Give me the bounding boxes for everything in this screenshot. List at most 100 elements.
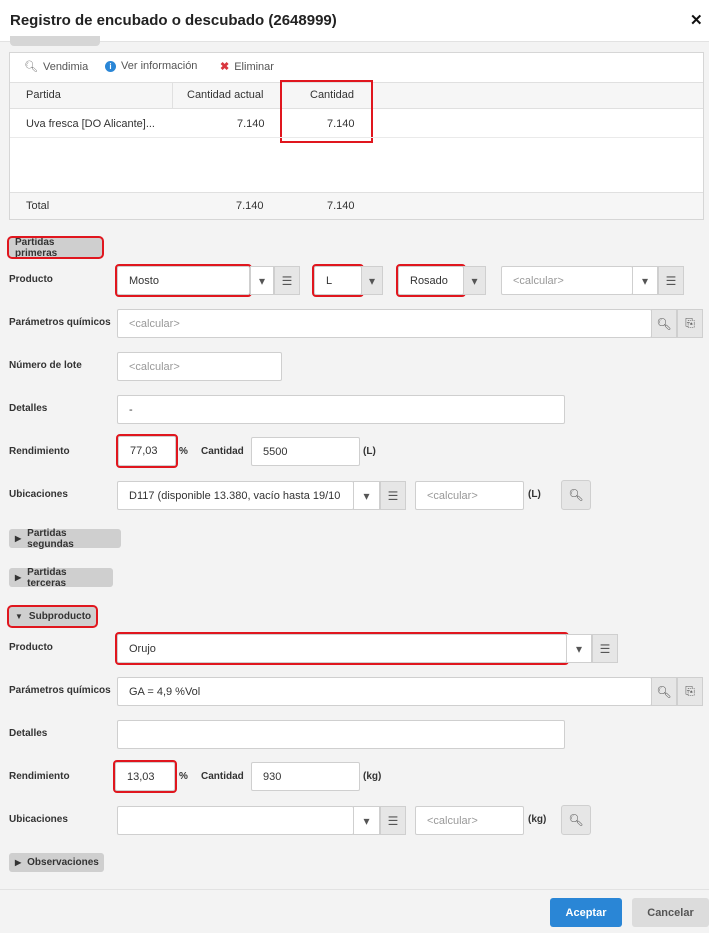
ver-informacion-label: Ver información bbox=[121, 60, 198, 72]
vendimia-button[interactable]: 🔍︎ Vendimia bbox=[24, 60, 88, 74]
unidad-value: L bbox=[326, 274, 333, 287]
cantidad-unit: (L) bbox=[363, 446, 376, 457]
cantidad-input[interactable]: 5500 bbox=[251, 437, 360, 466]
header-partida[interactable]: Partida bbox=[26, 89, 61, 101]
sub-parametros-input[interactable]: GA = 4,9 %Vol bbox=[117, 677, 652, 706]
extra-placeholder: <calcular> bbox=[513, 274, 564, 287]
row-cantidad-actual: 7.140 bbox=[237, 118, 265, 130]
parametros-input[interactable]: <calcular> bbox=[117, 309, 652, 338]
sub-rendimiento-value: 13,03 bbox=[127, 770, 155, 783]
list-icon[interactable]: ☰ bbox=[380, 806, 406, 835]
column-divider bbox=[280, 82, 281, 109]
ubicacion-cantidad-input[interactable]: <calcular> bbox=[415, 481, 524, 510]
cancel-button[interactable]: Cancelar bbox=[632, 898, 709, 927]
extra-select[interactable]: <calcular> bbox=[501, 266, 633, 295]
total-cantidad: 7.140 bbox=[327, 200, 355, 212]
search-icon: 🔍︎ bbox=[24, 61, 38, 73]
lote-placeholder: <calcular> bbox=[129, 360, 180, 373]
search-icon[interactable]: 🔍︎ bbox=[651, 309, 677, 338]
search-icon[interactable]: 🔍︎ bbox=[561, 480, 591, 510]
chevron-down-icon[interactable]: ▾ bbox=[632, 266, 658, 295]
list-icon[interactable]: ☰ bbox=[592, 634, 618, 663]
subproducto-label: Subproducto bbox=[28, 611, 92, 622]
ubicacion-select[interactable]: D117 (disponible 13.380, vacío hasta 19/… bbox=[117, 481, 354, 510]
column-divider bbox=[172, 82, 173, 109]
parametros-label: Parámetros químicos bbox=[9, 317, 111, 328]
producto-value: Mosto bbox=[129, 274, 159, 287]
sub-producto-select[interactable]: Orujo bbox=[115, 632, 569, 665]
sub-producto-value: Orujo bbox=[129, 642, 156, 655]
partidas-terceras-toggle[interactable]: ▶ Partidas terceras bbox=[9, 566, 113, 589]
tipo-select[interactable]: Rosado bbox=[396, 264, 466, 297]
observaciones-toggle[interactable]: ▶ Observaciones bbox=[9, 853, 104, 872]
detalles-label: Detalles bbox=[9, 403, 48, 414]
rendimiento-label: Rendimiento bbox=[9, 446, 70, 457]
percent-unit: % bbox=[179, 446, 188, 457]
chevron-down-icon[interactable]: ▾ bbox=[353, 806, 380, 835]
copy-icon[interactable]: ⎘ bbox=[677, 309, 703, 338]
chevron-down-icon[interactable]: ▾ bbox=[353, 481, 380, 510]
detalles-value: - bbox=[129, 403, 133, 416]
detalles-input[interactable]: - bbox=[117, 395, 565, 424]
list-icon[interactable]: ☰ bbox=[380, 481, 406, 510]
lote-input[interactable]: <calcular> bbox=[117, 352, 282, 381]
caret-right-icon: ▶ bbox=[15, 534, 22, 543]
sub-producto-label: Producto bbox=[9, 642, 53, 653]
info-icon: i bbox=[105, 60, 116, 72]
sub-parametros-label: Parámetros químicos bbox=[9, 685, 111, 696]
search-icon[interactable]: 🔍︎ bbox=[651, 677, 677, 706]
chevron-down-icon[interactable]: ▾ bbox=[361, 266, 383, 295]
eliminar-label: Eliminar bbox=[234, 60, 274, 73]
partidas-segundas-label: Partidas segundas bbox=[27, 527, 74, 550]
unidad-select[interactable]: L bbox=[312, 264, 364, 297]
eliminar-button[interactable]: ✖ Eliminar bbox=[220, 60, 274, 74]
close-icon[interactable]: ✕ bbox=[690, 11, 703, 29]
partidas-segundas-toggle[interactable]: ▶ Partidas segundas bbox=[9, 527, 121, 550]
partidas-terceras-label: Partidas terceras bbox=[27, 566, 67, 589]
row-partida: Uva fresca [DO Alicante]... bbox=[26, 118, 155, 130]
accept-button[interactable]: Aceptar bbox=[550, 898, 622, 927]
ubicacion-value: D117 (disponible 13.380, vacío hasta 19/… bbox=[129, 489, 341, 502]
partidas-primeras-toggle[interactable]: Partidas primeras bbox=[7, 236, 104, 259]
header-cantidad-actual[interactable]: Cantidad actual bbox=[187, 89, 263, 101]
sub-rendimiento-input[interactable]: 13,03 bbox=[113, 760, 177, 793]
copy-icon[interactable]: ⎘ bbox=[677, 677, 703, 706]
row-cantidad[interactable]: 7.140 bbox=[327, 118, 355, 130]
rendimiento-input[interactable]: 77,03 bbox=[116, 434, 178, 468]
chevron-down-icon[interactable]: ▾ bbox=[566, 634, 592, 663]
delete-icon: ✖ bbox=[220, 61, 230, 73]
grid-footer bbox=[10, 192, 703, 219]
sub-rendimiento-label: Rendimiento bbox=[9, 771, 70, 782]
sub-cantidad-input[interactable]: 930 bbox=[251, 762, 360, 791]
sub-cantidad-value: 930 bbox=[263, 770, 282, 783]
search-icon[interactable]: 🔍︎ bbox=[561, 805, 591, 835]
sub-ubicaciones-label: Ubicaciones bbox=[9, 814, 68, 825]
cantidad-value: 5500 bbox=[263, 445, 288, 458]
sub-ubicacion-select[interactable] bbox=[117, 806, 354, 835]
chevron-down-icon[interactable]: ▾ bbox=[250, 266, 274, 295]
list-icon[interactable]: ☰ bbox=[274, 266, 300, 295]
lote-label: Número de lote bbox=[9, 360, 82, 371]
producto-label: Producto bbox=[9, 274, 53, 285]
sub-parametros-value: GA = 4,9 %Vol bbox=[129, 685, 201, 698]
producto-select[interactable]: Mosto bbox=[115, 264, 252, 297]
ubicaciones-label: Ubicaciones bbox=[9, 489, 68, 500]
total-actual: 7.140 bbox=[236, 200, 264, 212]
ver-informacion-button[interactable]: i Ver información bbox=[105, 60, 197, 72]
sub-ubicacion-cantidad-input[interactable]: <calcular> bbox=[415, 806, 524, 835]
chevron-down-icon[interactable]: ▾ bbox=[463, 266, 486, 295]
subproducto-toggle[interactable]: ▼ Subproducto bbox=[7, 605, 98, 628]
tipo-value: Rosado bbox=[410, 274, 448, 287]
caret-right-icon: ▶ bbox=[15, 573, 22, 582]
ubicacion-cantidad-placeholder: <calcular> bbox=[427, 489, 478, 502]
cantidad-label: Cantidad bbox=[201, 446, 244, 457]
sub-cantidad-label: Cantidad bbox=[201, 771, 244, 782]
parametros-placeholder: <calcular> bbox=[129, 317, 180, 330]
dialog-title: Registro de encubado o descubado (264899… bbox=[10, 12, 337, 29]
list-icon[interactable]: ☰ bbox=[658, 266, 684, 295]
rendimiento-value: 77,03 bbox=[130, 445, 158, 457]
sub-detalles-input[interactable] bbox=[117, 720, 565, 749]
caret-right-icon: ▶ bbox=[15, 858, 22, 867]
collapsed-tab[interactable] bbox=[10, 36, 100, 46]
total-label: Total bbox=[26, 200, 50, 212]
